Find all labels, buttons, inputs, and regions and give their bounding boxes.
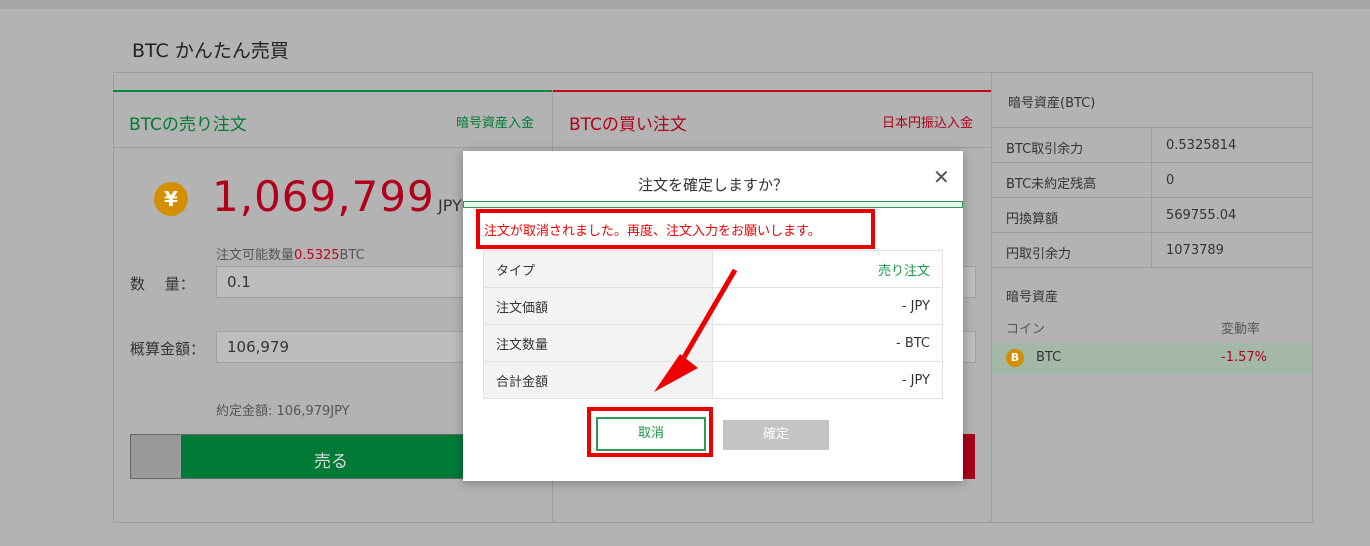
page-title: BTC かんたん売買 xyxy=(132,40,289,62)
rate-column-header: 変動率 xyxy=(1221,322,1261,337)
asset-name: BTC xyxy=(1036,350,1062,365)
available-quantity: 注文可能数量0.5325BTC xyxy=(216,244,365,263)
table-row: 注文数量 - BTC xyxy=(483,324,943,362)
sell-panel-header: BTCの売り注文 暗号資産入金 xyxy=(113,90,552,148)
top-bar xyxy=(0,0,1370,9)
asset-rate: -1.57% xyxy=(1221,350,1267,365)
available-unit: BTC xyxy=(339,248,365,263)
asset-row-btc[interactable]: B BTC -1.57% xyxy=(992,343,1312,374)
side-row: 円取引余力 1073789 xyxy=(992,233,1313,268)
sell-button-label: 売る xyxy=(314,452,348,472)
dialog-title: 注文を確定しますか？ xyxy=(637,176,788,194)
slide-handle[interactable] xyxy=(131,435,181,478)
sell-title: BTCの売り注文 xyxy=(129,115,247,135)
buy-panel-header: BTCの買い注文 日本円振込入金 xyxy=(553,90,991,148)
side-panel-header: 暗号資産(BTC) xyxy=(992,72,1313,128)
close-icon[interactable]: ✕ xyxy=(933,165,950,189)
approx-amount-label: 概算金額： xyxy=(130,340,206,358)
table-row: 合計金額 - JPY xyxy=(483,361,943,399)
table-row: タイプ 売り注文 xyxy=(483,250,943,288)
side-row: BTC未約定残高 0 xyxy=(992,163,1313,198)
cancel-alert-message: 注文が取消されました。再度、注文入力をお願いします。 xyxy=(484,224,821,239)
sell-price: 1,069,799 xyxy=(212,172,435,221)
table-row: 注文価額 - JPY xyxy=(483,287,943,325)
confirm-button[interactable]: 確定 xyxy=(723,420,829,450)
cancel-button[interactable]: 取消 xyxy=(596,417,706,451)
order-summary-table: タイプ 売り注文 注文価額 - JPY 注文数量 - BTC 合計金額 - JPY xyxy=(483,250,943,399)
quantity-label: 数 量： xyxy=(130,275,195,293)
dialog-progress-bar xyxy=(463,201,963,208)
side-row: 円換算額 569755.04 xyxy=(992,198,1313,233)
assets-title: 暗号資産 xyxy=(1006,290,1059,305)
bitcoin-icon: B xyxy=(1006,349,1024,367)
buy-title: BTCの買い注文 xyxy=(569,115,687,135)
sell-price-unit: JPY xyxy=(438,196,462,215)
coin-column-header: コイン xyxy=(1006,322,1046,337)
side-row: BTC取引余力 0.5325814 xyxy=(992,128,1313,163)
yen-icon: ¥ xyxy=(154,182,188,216)
available-label: 注文可能数量 xyxy=(216,248,295,263)
crypto-deposit-link[interactable]: 暗号資産入金 xyxy=(456,112,534,131)
available-value: 0.5325 xyxy=(294,248,340,263)
settlement-amount: 約定金額: 106,979JPY xyxy=(216,404,350,419)
jpy-deposit-link[interactable]: 日本円振込入金 xyxy=(882,112,973,131)
